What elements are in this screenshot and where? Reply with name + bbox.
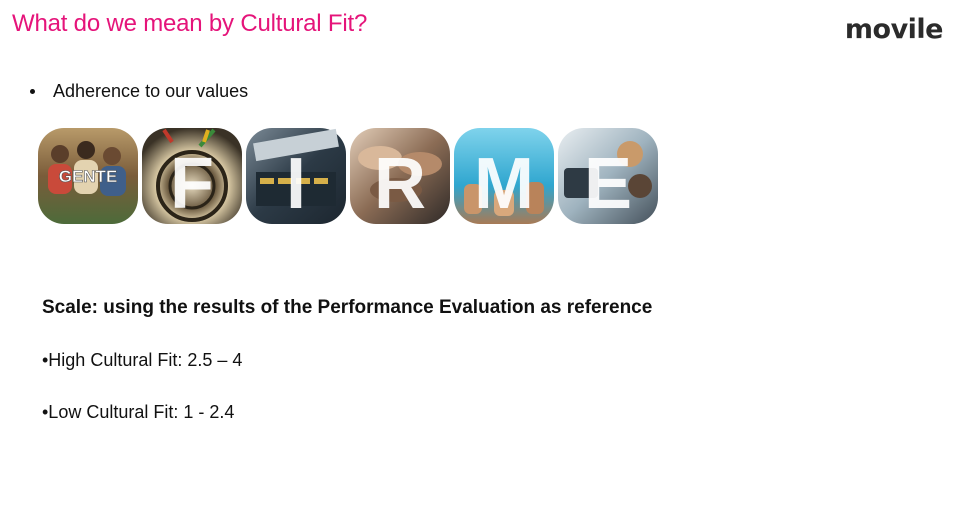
bullet-dot-icon	[30, 89, 35, 94]
tile-label: M	[474, 144, 534, 224]
tile-label: R	[374, 144, 426, 224]
scale-low-item: •Low Cultural Fit: 1 - 2.4	[42, 402, 235, 422]
scale-heading: Scale: using the results of the Performa…	[42, 297, 653, 318]
scale-high-item: •High Cultural Fit: 2.5 – 4	[42, 350, 243, 370]
value-tile-e: E	[558, 128, 658, 224]
bullet-item: Adherence to our values	[30, 81, 248, 102]
slide-title: What do we mean by Cultural Fit?	[12, 10, 368, 37]
value-tile-gente: GENTE	[38, 128, 138, 224]
values-image-strip: GENTE F I R M E	[38, 128, 660, 224]
bullet-text: Adherence to our values	[53, 81, 249, 101]
value-tile-r: R	[350, 128, 450, 224]
value-tile-m: M	[454, 128, 554, 224]
value-tile-i: I	[246, 128, 346, 224]
value-tile-f: F	[142, 128, 242, 224]
tile-label: E	[584, 144, 632, 224]
tile-label: I	[286, 144, 306, 224]
movile-logo: movile	[844, 14, 944, 45]
tile-label: GENTE	[59, 167, 118, 186]
tile-label: F	[170, 144, 214, 224]
